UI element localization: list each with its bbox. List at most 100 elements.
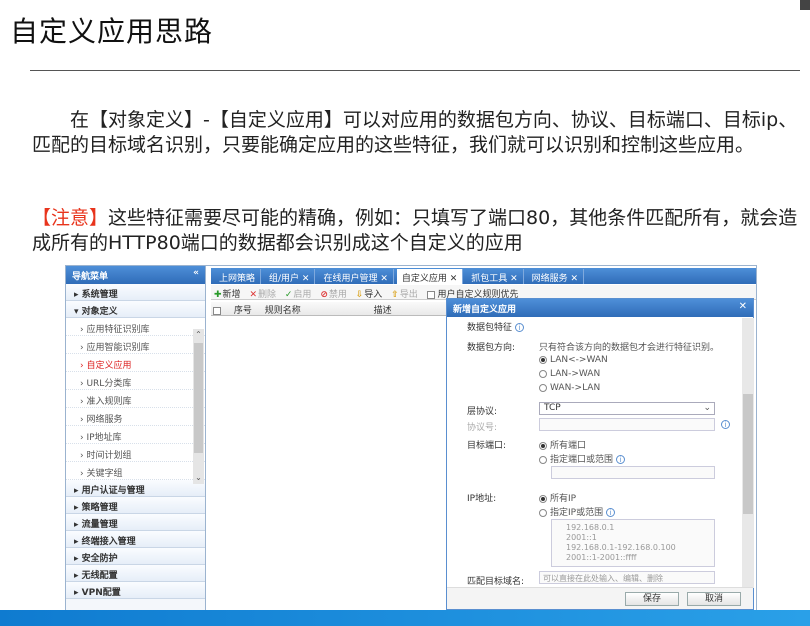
slide-title: 自定义应用思路	[10, 15, 214, 48]
dialog-title: 新增自定义应用	[453, 305, 517, 315]
nav-sub-item[interactable]: › IP地址库	[66, 426, 205, 444]
direction-option-lan-wan[interactable]: LAN->WAN	[539, 369, 600, 379]
app-screenshot: 导航菜单 « ▸ 系统管理 ▾ 对象定义 › 应用特征识别库 › 应用智能识别库 › …	[65, 265, 757, 611]
delete-icon: ✕	[249, 290, 257, 300]
nav-scrollbar[interactable]: ⌃ ⌄	[193, 329, 204, 484]
radio-selected-icon[interactable]	[539, 441, 547, 450]
export-icon: ⇧	[391, 290, 399, 300]
dialog-titlebar: 新增自定义应用 ✕	[447, 299, 753, 317]
nav-subitems: › 应用特征识别库 › 应用智能识别库 › 自定义应用 › URL分类库 › 准入规则库…	[66, 318, 205, 480]
slide-footer-bar	[0, 610, 810, 626]
disable-button[interactable]: ⊘禁用	[320, 287, 347, 300]
tab-network-service[interactable]: 网络服务 ✕	[527, 269, 585, 284]
priority-checkbox[interactable]	[426, 290, 435, 299]
select-all-checkbox[interactable]	[213, 306, 221, 315]
tab-bar: 上网策略 组/用户 ✕ 在线用户管理 ✕ 自定义应用 ✕ 抓包工具 ✕ 网络服务…	[211, 268, 756, 284]
info-icon[interactable]: i	[721, 420, 730, 429]
protocol-value: TCP	[544, 403, 561, 413]
check-icon: ✓	[284, 290, 293, 300]
chevron-down-icon[interactable]: ⌄	[703, 403, 711, 413]
domain-input[interactable]: 可以直接在此处输入、编辑、删除	[539, 571, 715, 584]
nav-scroll-thumb[interactable]	[194, 343, 203, 453]
nav-sub-item[interactable]: › 应用特征识别库	[66, 318, 205, 336]
scroll-down-icon[interactable]: ⌄	[194, 473, 203, 483]
delete-button[interactable]: ✕删除	[249, 287, 276, 300]
intro-paragraph: 在【对象定义】-【自定义应用】可以对应用的数据包方向、协议、目标端口、目标ip、…	[32, 109, 798, 156]
nav-sub-item[interactable]: › 网络服务	[66, 408, 205, 426]
target-port-label: 目标端口:	[467, 441, 507, 451]
ip-range-textarea[interactable]: 192.168.0.1 2001::1 192.168.0.1-192.168.…	[551, 519, 715, 567]
scroll-up-icon[interactable]: ⌃	[194, 330, 203, 340]
col-desc[interactable]: 描述	[374, 303, 392, 316]
rule-grid-header: 序号 规则名称 描述	[211, 302, 446, 316]
ip-all-option[interactable]: 所有IP	[539, 491, 576, 504]
add-custom-app-dialog: 新增自定义应用 ✕ 数据包特征 i 数据包方向: 只有符合该方向的数据包才会进行…	[446, 298, 754, 610]
nav-sub-item[interactable]: › 应用智能识别库	[66, 336, 205, 354]
nav-group-item[interactable]: ▸ 无线配置	[66, 565, 205, 582]
direction-hint: 只有符合该方向的数据包才会进行特征识别。	[539, 343, 720, 353]
radio-selected-icon[interactable]	[539, 355, 547, 364]
nav-sub-item[interactable]: › 准入规则库	[66, 390, 205, 408]
direction-option-bidir[interactable]: LAN<->WAN	[539, 355, 608, 365]
dialog-scrollbar[interactable]	[742, 318, 754, 588]
ban-icon: ⊘	[320, 290, 328, 300]
info-icon[interactable]: i	[605, 508, 615, 517]
nav-sub-item[interactable]: › URL分类库	[66, 372, 205, 390]
col-rule-name[interactable]: 规则名称	[265, 303, 301, 316]
nav-sub-item[interactable]: › 自定义应用	[66, 354, 205, 372]
dialog-scroll-thumb[interactable]	[743, 394, 753, 514]
cancel-button[interactable]: 取消	[687, 592, 741, 606]
import-icon: ⇩	[355, 290, 364, 300]
nav-group-item[interactable]: ▸ 安全防护	[66, 548, 205, 565]
info-icon[interactable]: i	[514, 323, 524, 332]
nav-sub-item[interactable]: › 时间计划组	[66, 444, 205, 462]
nav-group-item[interactable]: ▸ 用户认证与管理	[66, 480, 205, 497]
port-specify-option[interactable]: 指定端口或范围 i	[539, 452, 625, 465]
protocol-select[interactable]: TCP ⌄	[539, 402, 715, 415]
tab-web-policy[interactable]: 上网策略	[214, 269, 262, 284]
tab-online-users[interactable]: 在线用户管理 ✕	[318, 269, 394, 284]
nav-groups-bottom: ▸ 用户认证与管理 ▸ 策略管理 ▸ 流量管理 ▸ 终端接入管理 ▸ 安全防护 ▸ 无线配…	[66, 480, 205, 599]
col-seq[interactable]: 序号	[234, 303, 252, 316]
nav-group-item[interactable]: ▸ 终端接入管理	[66, 531, 205, 548]
nav-header: 导航菜单 «	[66, 266, 205, 284]
port-all-option[interactable]: 所有端口	[539, 438, 586, 451]
tab-capture-tool[interactable]: 抓包工具 ✕	[466, 269, 524, 284]
note-label: 【注意】	[32, 207, 109, 229]
ip-label: IP地址:	[467, 494, 497, 504]
close-icon[interactable]: ✕	[739, 301, 747, 312]
export-button[interactable]: ⇧导出	[391, 287, 418, 300]
radio-selected-icon[interactable]	[539, 494, 547, 503]
save-button[interactable]: 保存	[625, 592, 679, 606]
direction-option-wan-lan[interactable]: WAN->LAN	[539, 383, 600, 393]
dialog-footer: 保存 取消	[447, 587, 753, 609]
nav-group-item[interactable]: ▸ VPN配置	[66, 582, 205, 599]
port-range-input[interactable]	[551, 466, 715, 479]
enable-button[interactable]: ✓启用	[285, 287, 312, 300]
direction-label: 数据包方向:	[467, 343, 516, 353]
nav-group-item[interactable]: ▸ 流量管理	[66, 514, 205, 531]
nav-groups-top: ▸ 系统管理 ▾ 对象定义	[66, 284, 205, 318]
protocol-number-input[interactable]	[539, 418, 715, 431]
tab-group-user[interactable]: 组/用户 ✕	[264, 269, 316, 284]
nav-group-item[interactable]: ▾ 对象定义	[66, 301, 205, 318]
ip-specify-option[interactable]: 指定IP或范围 i	[539, 505, 615, 518]
tab-custom-app[interactable]: 自定义应用 ✕	[396, 269, 464, 284]
nav-menu: 导航菜单 « ▸ 系统管理 ▾ 对象定义 › 应用特征识别库 › 应用智能识别库 › …	[66, 266, 206, 610]
nav-group-item[interactable]: ▸ 系统管理	[66, 284, 205, 301]
nav-group-item[interactable]: ▸ 策略管理	[66, 497, 205, 514]
add-button[interactable]: ✚新增	[214, 287, 241, 300]
plus-icon: ✚	[214, 290, 222, 300]
section-packet-features: 数据包特征 i	[467, 320, 524, 333]
radio-icon[interactable]	[539, 508, 547, 517]
nav-sub-item[interactable]: › 关键字组	[66, 462, 205, 480]
radio-icon[interactable]	[539, 383, 547, 392]
dialog-body: 数据包特征 i 数据包方向: 只有符合该方向的数据包才会进行特征识别。 LAN<…	[447, 318, 741, 588]
collapse-icon[interactable]: «	[193, 268, 199, 278]
import-button[interactable]: ⇩导入	[356, 287, 383, 300]
protocol-number-label: 协议号:	[467, 423, 498, 433]
info-icon[interactable]: i	[615, 455, 625, 464]
radio-icon[interactable]	[539, 455, 547, 464]
corner-mark	[800, 0, 810, 10]
radio-icon[interactable]	[539, 369, 547, 378]
